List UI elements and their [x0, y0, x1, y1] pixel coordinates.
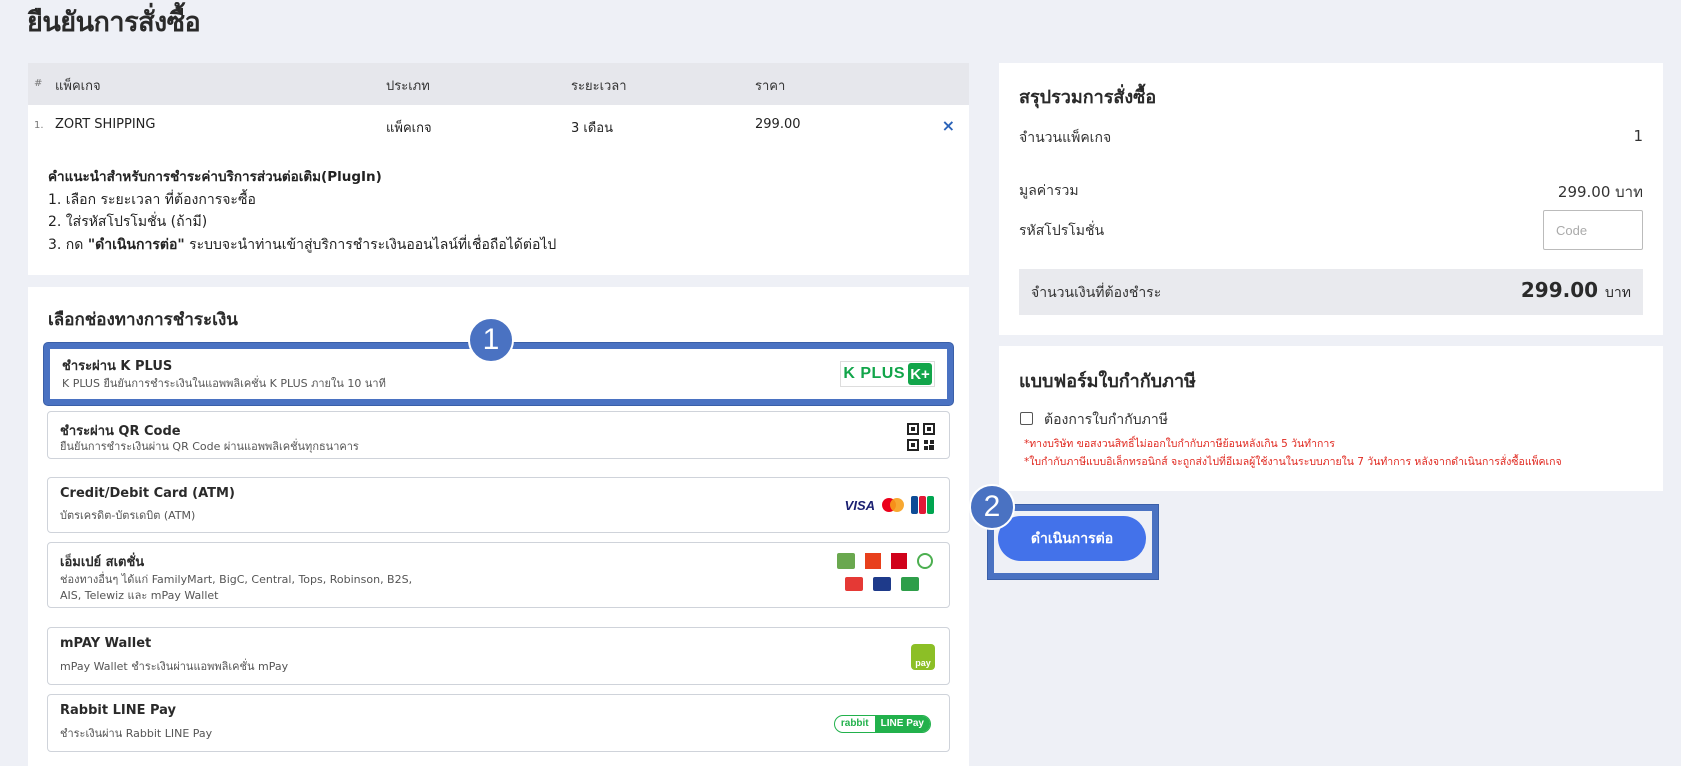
- payment-option-name: Credit/Debit Card (ATM): [60, 486, 235, 501]
- rabbit-logo-text: rabbit: [840, 718, 869, 729]
- table-header: # แพ็คเกจ ประเภท ระยะเวลา ราคา: [28, 63, 969, 105]
- instruction-step-3: 3. กด "ดำเนินการต่อ" ระบบจะนำท่านเข้าสู่…: [48, 234, 556, 257]
- continue-button[interactable]: ดำเนินการต่อ: [998, 516, 1146, 561]
- payment-option-rabbit-line-pay[interactable]: Rabbit LINE Pay ชำระเงินผ่าน Rabbit LINE…: [47, 694, 950, 752]
- kplus-logo: K PLUS K+: [840, 361, 935, 387]
- tax-invoice-checkbox-label[interactable]: ต้องการใบกำกับภาษี: [1044, 409, 1168, 431]
- header-package: แพ็คเกจ: [55, 79, 101, 94]
- promo-label: รหัสโปรโมชั่น: [1019, 223, 1105, 239]
- row-num: 1.: [34, 120, 44, 131]
- payment-option-card[interactable]: Credit/Debit Card (ATM) บัตรเครดิต-บัตรเ…: [47, 477, 950, 533]
- total-box: จำนวนเงินที่ต้องชำระ 299.00 บาท: [1019, 269, 1643, 315]
- kplus-k-icon: K+: [908, 363, 932, 385]
- telewiz-icon: [837, 553, 855, 569]
- tax-invoice-card: แบบฟอร์มใบกำกับภาษี ต้องการใบกำกับภาษี *…: [999, 346, 1663, 491]
- payment-option-name: ชำระผ่าน K PLUS: [62, 359, 173, 374]
- instruction-step-2: 2. ใส่รหัสโปรโมชั่น (ถ้ามี): [48, 214, 208, 230]
- payment-option-mpay-station[interactable]: เอ็มเปย์ สเตชั่น ช่องทางอื่นๆ ได้แก่ Fam…: [47, 542, 950, 608]
- remove-package-icon[interactable]: ×: [942, 116, 955, 135]
- jcb-icon: [911, 496, 934, 514]
- header-num: #: [34, 78, 43, 89]
- payment-option-desc: K PLUS ยืนยันการชำระเงินในแอพพลิเคชั่น K…: [62, 377, 386, 390]
- continue-highlight: ดำเนินการต่อ: [988, 505, 1158, 579]
- payment-title: เลือกช่องทางการชำระเงิน: [48, 310, 238, 330]
- familymart-icon: [901, 577, 919, 591]
- summary-title: สรุปรวมการสั่งซื้อ: [1019, 87, 1157, 108]
- tax-note-1: *ทางบริษัท ขอสงวนสิทธิ์ไม่ออกใบกำกับภาษี…: [1024, 438, 1335, 450]
- header-type: ประเภท: [386, 79, 430, 94]
- row-type: แพ็คเกจ: [386, 121, 432, 136]
- qr-code-icon: [907, 423, 935, 451]
- card-logos: VISA: [845, 496, 935, 514]
- payment-option-desc: mPay Wallet ชำระเงินผ่านแอพพลิเคชั่น mPa…: [60, 660, 289, 673]
- rabbit-line-pay-logo: rabbit LINE Pay: [833, 715, 931, 733]
- payment-option-name: ชำระผ่าน QR Code: [60, 424, 181, 439]
- payment-option-qr[interactable]: ชำระผ่าน QR Code ยืนยันการชำระเงินผ่าน Q…: [47, 411, 950, 459]
- header-price: ราคา: [755, 79, 786, 94]
- store-logos: [837, 553, 933, 591]
- subtotal-value: 299.00 บาท: [1557, 183, 1643, 201]
- subtotal-label: มูลค่ารวม: [1019, 183, 1079, 199]
- total-amount: 299.00: [1520, 278, 1599, 302]
- instruction-step-3-bold: "ดำเนินการต่อ": [87, 236, 185, 253]
- tax-title: แบบฟอร์มใบกำกับภาษี: [1019, 371, 1196, 392]
- row-price: 299.00: [755, 117, 801, 132]
- total-unit: บาท: [1605, 285, 1631, 301]
- payment-option-name: เอ็มเปย์ สเตชั่น: [60, 555, 145, 570]
- mastercard-icon: [882, 498, 904, 512]
- instruction-step-3-prefix: 3. กด: [48, 236, 88, 253]
- payment-option-desc: ยืนยันการชำระเงินผ่าน QR Code ผ่านแอพพลิ…: [60, 440, 359, 453]
- total-value: 299.00 บาท: [1521, 278, 1631, 304]
- tax-invoice-checkbox[interactable]: [1020, 412, 1033, 425]
- instructions: คำแนะนำสำหรับการชำระค่าบริการส่วนต่อเติม…: [48, 166, 556, 256]
- package-table-card: # แพ็คเกจ ประเภท ระยะเวลา ราคา 1. ZORT S…: [28, 63, 969, 275]
- visa-icon: VISA: [844, 497, 875, 513]
- tax-note-2: *ใบกำกับภาษีแบบอิเล็กทรอนิกส์ จะถูกส่งไป…: [1024, 456, 1562, 468]
- step-badge-2: 2: [969, 484, 1015, 530]
- payment-option-name: Rabbit LINE Pay: [60, 703, 177, 718]
- promo-code-input[interactable]: [1543, 210, 1643, 250]
- payment-option-desc: ช่องทางอื่นๆ ได้แก่ FamilyMart, BigC, Ce…: [60, 573, 413, 602]
- payment-option-desc: ชำระเงินผ่าน Rabbit LINE Pay: [60, 727, 213, 740]
- page-title: ยืนยันการสั่งซื้อ: [27, 7, 201, 38]
- payment-option-mpay-wallet[interactable]: mPAY Wallet mPay Wallet ชำระเงินผ่านแอพพ…: [47, 627, 950, 685]
- total-label: จำนวนเงินที่ต้องชำระ: [1031, 285, 1162, 301]
- bigc-icon: [865, 553, 881, 569]
- robinson-icon: [917, 553, 933, 569]
- step-badge-1: 1: [468, 317, 514, 363]
- row-package: ZORT SHIPPING: [55, 117, 156, 132]
- instruction-step-1: 1. เลือก ระยะเวลา ที่ต้องการจะซื้อ: [48, 191, 256, 208]
- header-duration: ระยะเวลา: [571, 79, 627, 94]
- payment-option-desc: บัตรเครดิต-บัตรเดบิต (ATM): [60, 509, 196, 522]
- central-icon: [891, 553, 907, 569]
- mpay-logo: pay: [911, 644, 935, 670]
- instructions-title: คำแนะนำสำหรับการชำระค่าบริการส่วนต่อเติม…: [48, 169, 382, 185]
- instruction-step-3-suffix: ระบบจะนำท่านเข้าสู่บริการชำระเงินออนไลน์…: [184, 236, 557, 253]
- order-summary-card: สรุปรวมการสั่งซื้อ จำนวนแพ็คเกจ 1 มูลค่า…: [999, 63, 1663, 335]
- b2s-icon: [873, 577, 891, 591]
- table-row: 1. ZORT SHIPPING แพ็คเกจ 3 เดือน 299.00 …: [28, 105, 969, 143]
- package-count-label: จำนวนแพ็คเกจ: [1019, 130, 1112, 146]
- payment-option-name: mPAY Wallet: [60, 636, 152, 651]
- line-pay-logo-text: LINE Pay: [874, 716, 930, 732]
- kplus-logo-text: K PLUS: [843, 365, 905, 382]
- tops-icon: [845, 577, 863, 591]
- row-duration: 3 เดือน: [571, 121, 613, 136]
- package-count-value: 1: [1633, 127, 1643, 145]
